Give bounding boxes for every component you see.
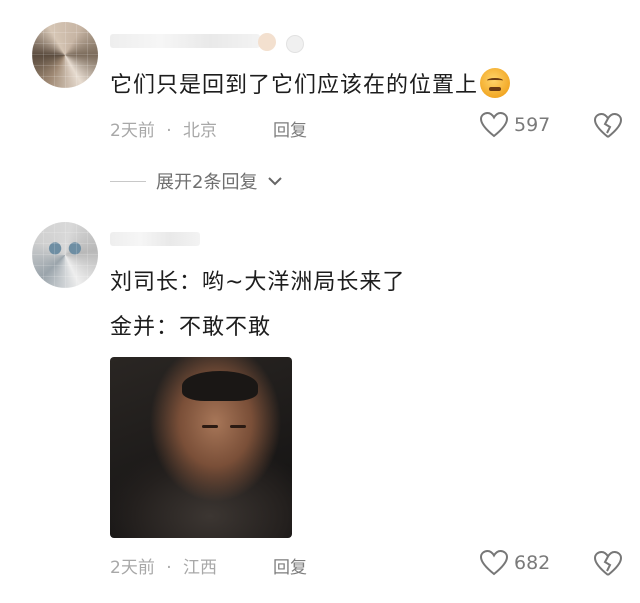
image-detail (230, 425, 246, 428)
image-detail (202, 425, 218, 428)
comment-2: 刘司长：哟~大洋洲局长来了 金并：不敢不敢 2天前 · 江西 回复 682 (0, 200, 640, 603)
broken-heart-icon[interactable] (594, 551, 622, 577)
timestamp: 2天前 (110, 558, 155, 578)
username-blurred[interactable] (110, 34, 260, 48)
timestamp: 2天前 (110, 121, 155, 141)
comment-text-line-2: 金并：不敢不敢 (110, 315, 272, 340)
like-count: 597 (514, 114, 551, 136)
name-emoji-icon (286, 35, 304, 53)
location: 江西 (183, 558, 218, 578)
comment-text-content: 它们只是回到了它们应该在的位置上 (110, 73, 479, 98)
comment-1: 它们只是回到了它们应该在的位置上 2天前 · 北京 回复 597 展开2条回复 (0, 0, 640, 200)
divider-line (110, 180, 146, 182)
avatar[interactable] (32, 222, 98, 288)
meta-separator: · (166, 558, 172, 578)
comment-image[interactable] (110, 357, 292, 538)
avatar[interactable] (32, 22, 98, 88)
like-button[interactable]: 597 (480, 112, 550, 138)
expand-replies-label: 展开2条回复 (156, 172, 258, 193)
chevron-down-icon (268, 177, 283, 186)
reply-button[interactable]: 回复 (273, 553, 307, 578)
comment-meta: 2天前 · 北京 (110, 116, 223, 141)
comment-text-line-1: 刘司长：哟~大洋洲局长来了 (110, 270, 406, 295)
comment-text: 它们只是回到了它们应该在的位置上 (110, 68, 511, 101)
reply-button[interactable]: 回复 (273, 116, 307, 141)
image-detail (182, 371, 258, 401)
broken-heart-icon[interactable] (594, 113, 622, 139)
location: 北京 (183, 121, 218, 141)
meta-separator: · (166, 121, 172, 141)
name-emoji-icon (258, 33, 276, 51)
like-count: 682 (514, 552, 551, 574)
expand-replies-button[interactable]: 展开2条回复 (110, 168, 283, 194)
comment-meta: 2天前 · 江西 (110, 553, 223, 578)
username-blurred[interactable] (110, 232, 200, 246)
heart-outline-icon (480, 550, 508, 576)
like-button[interactable]: 682 (480, 550, 550, 576)
heart-outline-icon (480, 112, 508, 138)
smirk-face-icon (480, 68, 511, 98)
